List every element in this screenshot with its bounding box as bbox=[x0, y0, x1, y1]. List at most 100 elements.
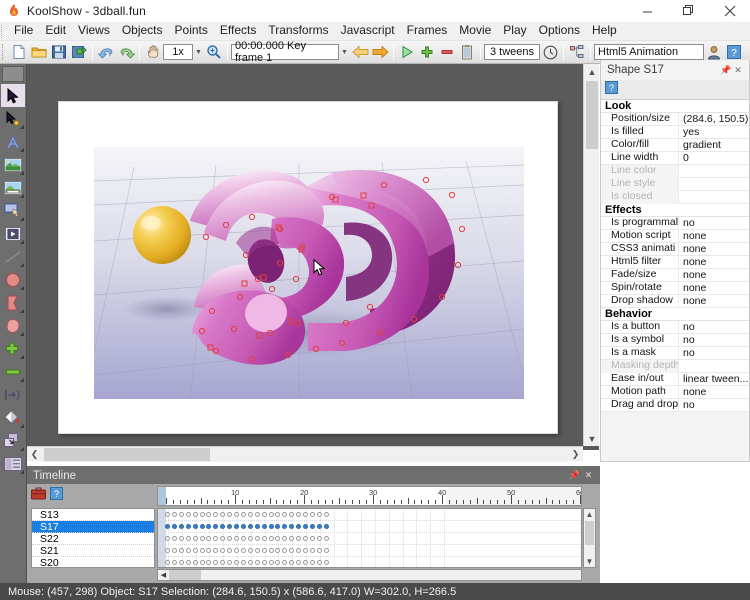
keyframe-marker[interactable] bbox=[282, 548, 288, 553]
arrange-objects-icon[interactable] bbox=[1, 429, 25, 452]
menu-item-views[interactable]: Views bbox=[72, 22, 116, 40]
keyframe-marker[interactable] bbox=[178, 512, 184, 517]
chevron-right-icon[interactable]: ❯ bbox=[568, 447, 583, 462]
keyframe-marker[interactable] bbox=[213, 548, 219, 553]
keyframe-marker[interactable] bbox=[213, 512, 219, 517]
timeline-layer-s17[interactable]: S17 bbox=[32, 521, 154, 533]
property-value[interactable]: no bbox=[679, 400, 749, 411]
keyframe-marker[interactable] bbox=[254, 560, 260, 565]
property-value[interactable]: no bbox=[679, 218, 749, 229]
keyframe-marker[interactable] bbox=[185, 560, 191, 565]
menu-item-transforms[interactable]: Transforms bbox=[262, 22, 334, 40]
keyframe-marker[interactable] bbox=[268, 524, 274, 529]
plus-icon[interactable] bbox=[417, 42, 437, 62]
keyframe-marker[interactable] bbox=[171, 536, 177, 541]
keyframe-marker[interactable] bbox=[323, 536, 329, 541]
keyframe-marker[interactable] bbox=[316, 524, 322, 529]
keyframe-marker[interactable] bbox=[178, 560, 184, 565]
keyframe-marker[interactable] bbox=[240, 548, 246, 553]
motion-path-icon[interactable] bbox=[1, 383, 25, 406]
zoom-dropdown-arrow-icon[interactable]: ▼ bbox=[193, 44, 204, 60]
keyframe-marker[interactable] bbox=[199, 548, 205, 553]
keyframe-marker[interactable] bbox=[165, 524, 170, 529]
property-value[interactable]: no bbox=[679, 322, 749, 333]
chevron-down-icon[interactable]: ▼ bbox=[584, 431, 600, 446]
keyframe-marker[interactable] bbox=[289, 512, 295, 517]
keyframe-marker[interactable] bbox=[227, 524, 233, 529]
keyframe-marker[interactable] bbox=[220, 560, 226, 565]
keyframe-marker[interactable] bbox=[220, 524, 226, 529]
property-value[interactable]: none bbox=[679, 283, 749, 294]
minimize-button[interactable] bbox=[627, 0, 668, 22]
timeline-ruler[interactable]: 10 20 30 40 50 60 bbox=[157, 486, 582, 506]
property-row[interactable]: Is a button no bbox=[601, 320, 749, 334]
keyframe-marker[interactable] bbox=[247, 524, 253, 529]
property-row[interactable]: CSS3 animati none bbox=[601, 242, 749, 256]
keyframe-marker[interactable] bbox=[316, 548, 322, 553]
keyframe-marker[interactable] bbox=[268, 560, 274, 565]
menu-item-edit[interactable]: Edit bbox=[39, 22, 72, 40]
undo-arrow-icon[interactable] bbox=[96, 42, 116, 62]
property-row[interactable]: Motion script none bbox=[601, 229, 749, 243]
menu-item-movie[interactable]: Movie bbox=[453, 22, 497, 40]
keyframe-marker[interactable] bbox=[268, 548, 274, 553]
keyframe-marker[interactable] bbox=[234, 524, 239, 529]
select-arrow-icon[interactable] bbox=[1, 84, 25, 107]
next-arrow-icon[interactable] bbox=[370, 42, 390, 62]
keyframe-marker[interactable] bbox=[261, 512, 267, 517]
keyframe-marker[interactable] bbox=[192, 524, 198, 529]
property-value[interactable]: none bbox=[679, 257, 749, 268]
keyframe-marker[interactable] bbox=[234, 536, 239, 541]
keyframe-marker[interactable] bbox=[165, 548, 170, 553]
keyframe-marker[interactable] bbox=[165, 560, 170, 565]
property-row[interactable]: Ease in/out linear tween... bbox=[601, 372, 749, 386]
briefcase-icon[interactable] bbox=[31, 487, 46, 505]
close-icon[interactable]: ✕ bbox=[732, 63, 744, 77]
keyframe-marker[interactable] bbox=[282, 524, 288, 529]
timeline-layer-names[interactable]: S13 S17 S22 S21 S20 bbox=[31, 508, 155, 568]
property-row[interactable]: Drop shadow none bbox=[601, 294, 749, 308]
keyframe-marker[interactable] bbox=[309, 560, 315, 565]
layers-panel-icon[interactable] bbox=[1, 452, 25, 475]
export-icon[interactable] bbox=[69, 42, 89, 62]
menu-item-help[interactable]: Help bbox=[586, 22, 623, 40]
keyframe-marker[interactable] bbox=[309, 524, 315, 529]
keyframe-marker[interactable] bbox=[213, 536, 219, 541]
keyframe-marker[interactable] bbox=[275, 536, 281, 541]
clock-icon[interactable] bbox=[540, 42, 560, 62]
frame-properties-icon[interactable] bbox=[457, 42, 477, 62]
keyframe-marker[interactable] bbox=[316, 512, 322, 517]
timeline-vscroll-thumb[interactable] bbox=[585, 521, 594, 545]
property-row[interactable]: Is a symbol no bbox=[601, 333, 749, 347]
background-image-icon[interactable] bbox=[1, 176, 25, 199]
vscroll-thumb[interactable] bbox=[586, 81, 598, 149]
keyframe-marker[interactable] bbox=[254, 512, 260, 517]
keyframe-marker[interactable] bbox=[261, 536, 267, 541]
keyframe-marker[interactable] bbox=[303, 524, 308, 529]
property-row[interactable]: Drag and drop no bbox=[601, 398, 749, 412]
keyframe-marker[interactable] bbox=[185, 512, 191, 517]
timeline-track[interactable] bbox=[158, 545, 581, 557]
chevron-up-icon[interactable]: ▲ bbox=[584, 64, 600, 79]
keyframe-marker[interactable] bbox=[316, 560, 322, 565]
keyframe-marker[interactable] bbox=[220, 548, 226, 553]
timeline-layer-s22[interactable]: S22 bbox=[32, 533, 154, 545]
property-row[interactable]: Line width 0 bbox=[601, 151, 749, 165]
timecode-field[interactable]: 00:00.000 Key frame 1 bbox=[231, 40, 339, 64]
keyframe-marker[interactable] bbox=[192, 560, 198, 565]
keyframe-marker[interactable] bbox=[303, 560, 308, 565]
keyframe-marker[interactable] bbox=[282, 512, 288, 517]
property-value[interactable]: no bbox=[679, 335, 749, 346]
keyframe-marker[interactable] bbox=[178, 524, 184, 529]
keyframe-marker[interactable] bbox=[268, 536, 274, 541]
keyframe-marker[interactable] bbox=[247, 512, 253, 517]
keyframe-marker[interactable] bbox=[261, 524, 267, 529]
keyframe-marker[interactable] bbox=[240, 524, 246, 529]
button-tool-icon[interactable] bbox=[1, 199, 25, 222]
timecode-dropdown-arrow-icon[interactable]: ▼ bbox=[339, 44, 350, 60]
video-tool-icon[interactable] bbox=[1, 222, 25, 245]
property-row[interactable]: Fade/size none bbox=[601, 268, 749, 282]
property-row[interactable]: Position/size (284.6, 150.5) bbox=[601, 112, 749, 126]
timeline-horizontal-scrollbar[interactable]: ◀ bbox=[157, 569, 582, 581]
keyframe-marker[interactable] bbox=[296, 524, 302, 529]
